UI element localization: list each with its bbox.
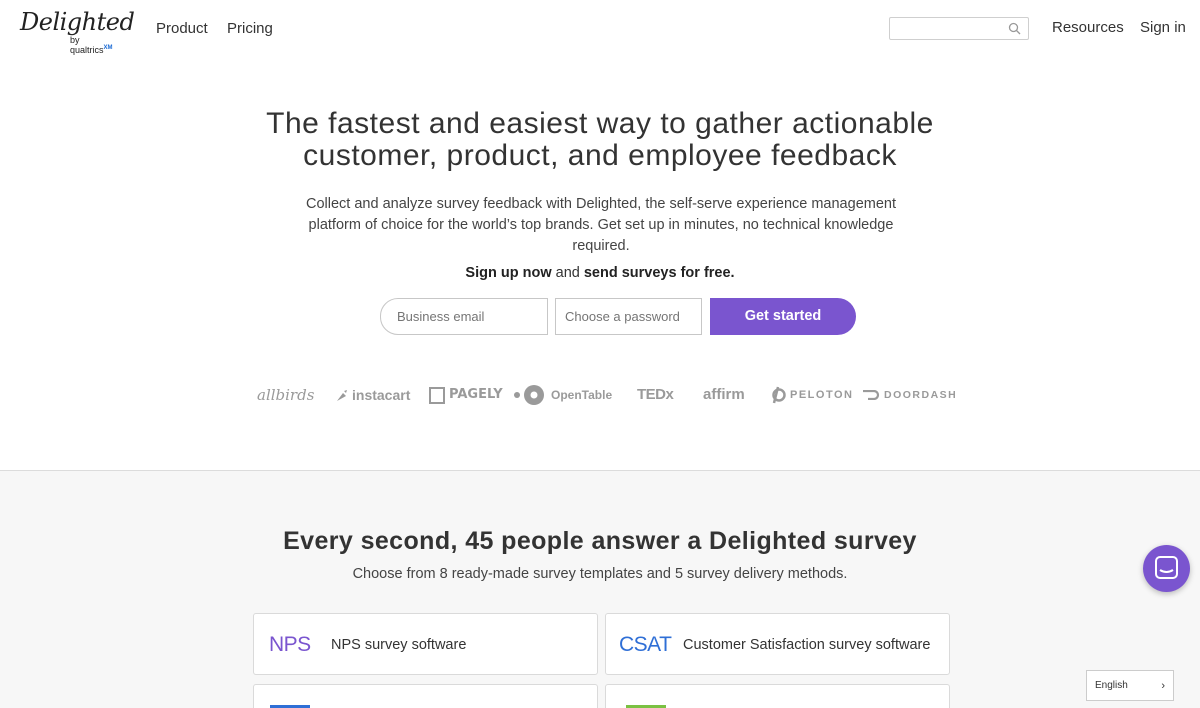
survey-section-title-bold: Every second, bbox=[283, 527, 458, 555]
logo-byline: by qualtricsXM bbox=[70, 35, 113, 55]
logo-opentable: OpenTable bbox=[513, 385, 612, 405]
survey-card-partial-right[interactable] bbox=[605, 684, 950, 708]
search-icon[interactable] bbox=[1008, 22, 1021, 35]
chat-launcher-button[interactable] bbox=[1143, 545, 1190, 592]
logo-instacart: instacart bbox=[335, 385, 410, 405]
password-input[interactable] bbox=[555, 298, 702, 335]
logo-affirm-text: affirm bbox=[703, 386, 745, 403]
hero-title-line1: The fastest and easiest way to gather ac… bbox=[266, 107, 934, 140]
survey-section-title: Every second, 45 people answer a Delight… bbox=[0, 527, 1200, 556]
site-header: Delighted by qualtricsXM Product Pricing… bbox=[0, 0, 1200, 58]
logo-pagely: PAGELY bbox=[429, 385, 503, 405]
survey-types-section bbox=[0, 471, 1200, 708]
doordash-dash-icon bbox=[863, 390, 880, 400]
survey-section-title-rest: 45 people answer a Delighted survey bbox=[457, 527, 917, 555]
language-selector-label: English bbox=[1095, 680, 1128, 691]
nps-survey-card[interactable]: NPS NPS survey software bbox=[253, 613, 598, 675]
logo-pagely-text: PAGELY bbox=[449, 387, 503, 402]
signup-prompt-bold-1: Sign up now bbox=[465, 265, 552, 281]
delighted-logo[interactable]: Delighted by qualtricsXM bbox=[20, 8, 135, 55]
signup-prompt-join: and bbox=[551, 265, 584, 281]
nav-sign-in[interactable]: Sign in bbox=[1140, 19, 1186, 36]
hero-subtitle: Collect and analyze survey feedback with… bbox=[306, 196, 896, 254]
carrot-icon bbox=[337, 389, 347, 401]
hero-title: The fastest and easiest way to gather ac… bbox=[0, 108, 1200, 172]
signup-prompt: Sign up now and send surveys for free. bbox=[0, 265, 1200, 281]
survey-card-partial-left[interactable] bbox=[253, 684, 598, 708]
nav-resources[interactable]: Resources bbox=[1052, 19, 1124, 36]
pagely-mark-icon bbox=[429, 386, 445, 404]
logo-tedx-text: TEDx bbox=[637, 386, 674, 403]
logo-allbirds-text: allbirds bbox=[257, 386, 315, 404]
get-started-button[interactable]: Get started bbox=[710, 298, 856, 335]
signup-prompt-bold-2: send surveys for free. bbox=[583, 265, 735, 281]
logo-doordash-text: DOORDASH bbox=[884, 389, 958, 401]
survey-section-subtitle: Choose from 8 ready-made survey template… bbox=[352, 566, 848, 582]
hero-title-line2: customer, product, and employee feedback bbox=[303, 139, 897, 172]
logo-peloton: PELOTON bbox=[770, 385, 853, 405]
nav-pricing[interactable]: Pricing bbox=[227, 20, 273, 37]
logo-wordmark: Delighted bbox=[20, 8, 135, 36]
csat-survey-card[interactable]: CSAT Customer Satisfaction survey softwa… bbox=[605, 613, 950, 675]
chat-icon bbox=[1155, 556, 1178, 579]
business-email-input[interactable] bbox=[380, 298, 548, 335]
opentable-dots-icon bbox=[514, 385, 544, 405]
logo-peloton-text: PELOTON bbox=[790, 389, 854, 401]
logo-tedx: TEDx bbox=[637, 385, 674, 405]
csat-abbr: CSAT bbox=[619, 633, 672, 656]
nps-abbr: NPS bbox=[269, 633, 311, 656]
search-box[interactable] bbox=[889, 17, 1029, 40]
logo-opentable-text: OpenTable bbox=[551, 388, 613, 402]
csat-card-label: Customer Satisfaction survey software bbox=[683, 637, 931, 653]
logo-allbirds: allbirds bbox=[257, 385, 314, 405]
peloton-p-icon bbox=[772, 386, 786, 404]
nav-product[interactable]: Product bbox=[156, 20, 208, 37]
logo-instacart-text: instacart bbox=[352, 387, 411, 403]
nps-card-label: NPS survey software bbox=[331, 637, 467, 653]
chevron-right-icon: › bbox=[1161, 680, 1165, 692]
logo-doordash: DOORDASH bbox=[862, 385, 957, 405]
logo-byline-text: by qualtrics bbox=[70, 35, 104, 55]
language-selector[interactable]: English › bbox=[1086, 670, 1174, 701]
logo-affirm: affirm bbox=[703, 385, 745, 405]
search-input[interactable] bbox=[890, 18, 1002, 39]
